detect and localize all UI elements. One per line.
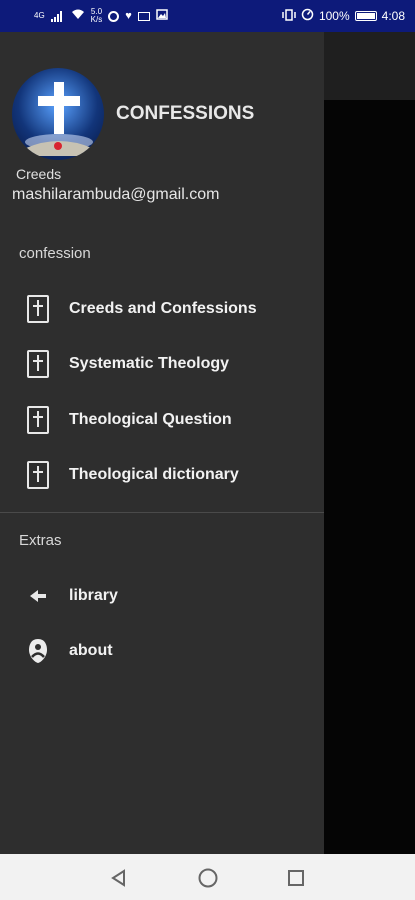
section-header-extras: Extras <box>19 532 62 549</box>
book-icon <box>26 349 50 378</box>
user-subtitle: Creeds <box>16 166 62 182</box>
vibrate-icon <box>282 8 296 24</box>
menu-item-label: Systematic Theology <box>69 354 230 372</box>
speed-unit: K/s <box>90 15 103 24</box>
menu-item-creeds-and-confessions[interactable]: Creeds and Confessions <box>0 281 324 336</box>
menu-item-label: Theological dictionary <box>69 465 239 483</box>
gauge-icon <box>301 8 314 24</box>
network-speed: 5.0 K/s <box>91 8 103 24</box>
section-header-confession: confession <box>19 245 91 262</box>
heart-icon: ♥ <box>125 10 132 22</box>
menu-item-theological-question[interactable]: Theological Question <box>0 392 324 447</box>
system-nav-bar <box>0 854 415 900</box>
menu-item-label: library <box>69 586 118 604</box>
wifi-icon <box>71 9 85 23</box>
about-icon <box>26 637 50 665</box>
mail-icon <box>137 11 150 21</box>
app-title: CONFESSIONS <box>116 103 255 124</box>
drawer-divider <box>0 512 324 513</box>
book-icon <box>26 460 50 489</box>
status-bar: 4G 5.0 K/s ♥ 100% 4:08 <box>0 0 415 32</box>
menu-item-theological-dictionary[interactable]: Theological dictionary <box>0 447 324 502</box>
battery-icon <box>354 11 377 21</box>
battery-percent: 100% <box>318 9 350 23</box>
book-icon <box>26 405 50 434</box>
recents-button[interactable] <box>284 866 308 890</box>
book-icon <box>26 294 50 323</box>
menu-item-label: Theological Question <box>69 410 232 428</box>
drawer-header: CONFESSIONS Creeds mashilarambuda@gmail.… <box>0 32 324 217</box>
whatsapp-icon <box>108 10 120 22</box>
menu-item-label: about <box>69 641 113 659</box>
back-button[interactable] <box>107 866 131 890</box>
network-type: 4G <box>34 11 45 20</box>
clock: 4:08 <box>381 9 405 23</box>
app-logo <box>12 68 104 160</box>
user-email: mashilarambuda@gmail.com <box>12 186 220 203</box>
home-button[interactable] <box>196 866 220 890</box>
signal-icon <box>50 10 65 22</box>
menu-item-label: Creeds and Confessions <box>69 299 257 317</box>
navigation-drawer: CONFESSIONS Creeds mashilarambuda@gmail.… <box>0 32 324 854</box>
gallery-icon <box>156 9 168 23</box>
menu-item-library[interactable]: library <box>0 568 324 623</box>
menu-item-about[interactable]: about <box>0 623 324 678</box>
menu-item-systematic-theology[interactable]: Systematic Theology <box>0 336 324 391</box>
share-icon <box>26 582 50 610</box>
